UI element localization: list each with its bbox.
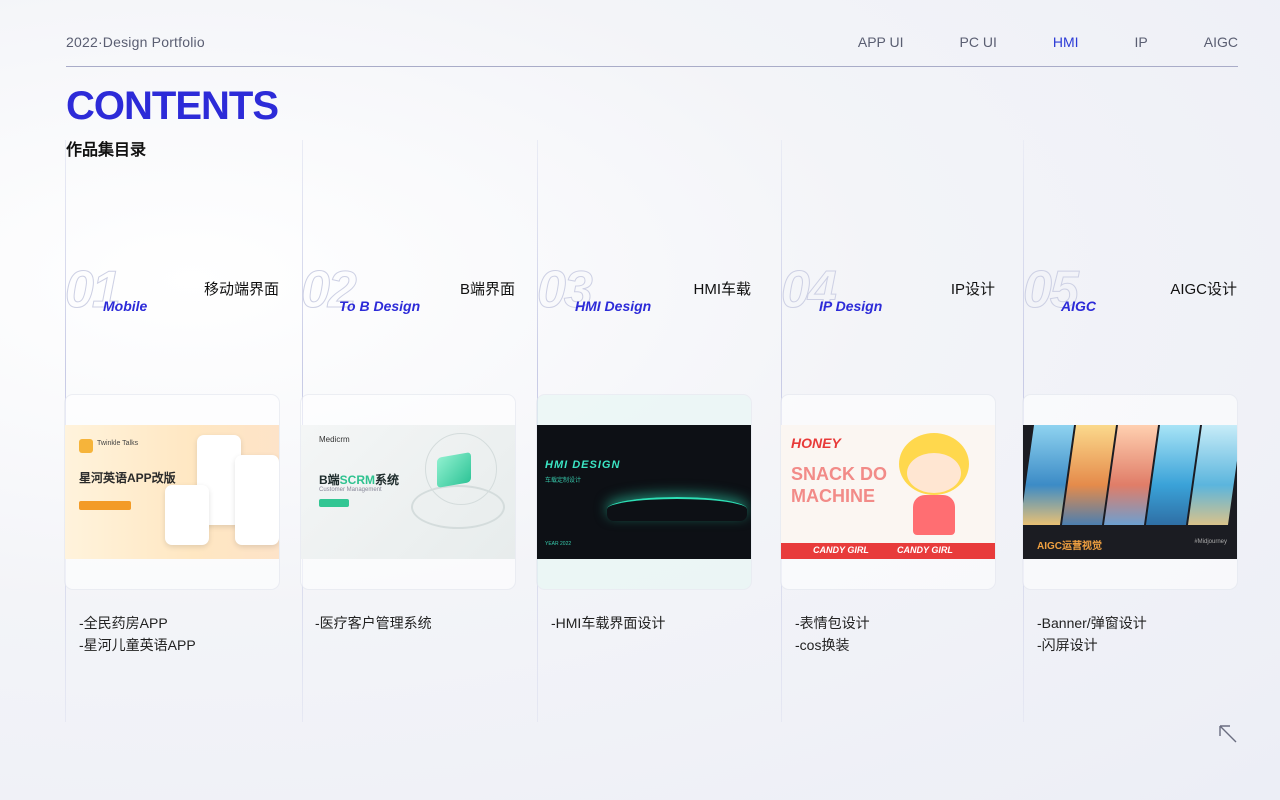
section-to-b[interactable]: 02 To B Design B端界面 Medicrm B端SCRM系统 Cus… bbox=[301, 260, 515, 680]
thumb-tag: #Midjourney bbox=[1194, 539, 1227, 545]
thumb-sub: Customer Management bbox=[319, 487, 382, 493]
character-face bbox=[907, 453, 961, 493]
nav-pc-ui[interactable]: PC UI bbox=[960, 34, 997, 50]
phone-mockup bbox=[165, 485, 209, 545]
preview-thumbnail: Medicrm B端SCRM系统 Customer Management bbox=[301, 425, 515, 559]
thumb-headline: HMI DESIGN bbox=[545, 459, 621, 471]
nav-hmi[interactable]: HMI bbox=[1053, 34, 1079, 50]
character-body bbox=[913, 495, 955, 535]
thumb-headline: SNACK DO MACHINE bbox=[791, 463, 887, 507]
thumb-headline: AIGC运营视觉 bbox=[1037, 541, 1102, 552]
section-items: -医疗客户管理系统 bbox=[315, 612, 432, 634]
thumb-headline: 星河英语APP改版 bbox=[79, 471, 176, 485]
list-item: -星河儿童英语APP bbox=[79, 637, 196, 653]
page-subtitle: 作品集目录 bbox=[66, 142, 147, 159]
preview-thumbnail: Twinkle Talks 星河英语APP改版 bbox=[65, 425, 279, 559]
nav-ip[interactable]: IP bbox=[1135, 34, 1148, 50]
preview-card[interactable]: HONEY SNACK DO MACHINE CANDY GIRL CANDY … bbox=[781, 395, 995, 589]
phone-mockup bbox=[235, 455, 279, 545]
section-en-title: To B Design bbox=[339, 298, 421, 314]
preview-card[interactable]: Twinkle Talks 星河英语APP改版 bbox=[65, 395, 279, 589]
section-aigc[interactable]: 05 AIGC AIGC设计 AIGC运营视觉 #Midjourney -Ban… bbox=[1023, 260, 1237, 680]
section-en-title: Mobile bbox=[103, 298, 148, 314]
arrow-up-left-icon[interactable] bbox=[1218, 724, 1238, 744]
section-zh-title: AIGC设计 bbox=[1170, 281, 1237, 298]
nav-aigc[interactable]: AIGC bbox=[1204, 34, 1238, 50]
thumb-year: YEAR 2022 bbox=[545, 541, 572, 547]
thumb-sub: 车载定制设计 bbox=[545, 478, 582, 484]
section-items: -全民药房APP -星河儿童英语APP bbox=[79, 612, 196, 656]
section-items: -表情包设计 -cos换装 bbox=[795, 612, 870, 656]
cube-graphic bbox=[437, 452, 471, 488]
thumb-brand: HONEY bbox=[791, 435, 841, 451]
section-zh-title: IP设计 bbox=[950, 281, 995, 298]
thumb-tag bbox=[79, 501, 131, 510]
list-item: -cos换装 bbox=[795, 637, 850, 653]
headline-accent: SCRM bbox=[339, 473, 376, 487]
page-title: CONTENTS bbox=[66, 84, 279, 128]
section-zh-title: B端界面 bbox=[459, 281, 515, 298]
list-item: -Banner/弹窗设计 bbox=[1037, 615, 1147, 631]
headline-line: SNACK DO bbox=[791, 464, 888, 484]
section-zh-title: 移动端界面 bbox=[203, 281, 279, 298]
preview-thumbnail: AIGC运营视觉 #Midjourney bbox=[1023, 425, 1237, 559]
preview-card[interactable]: Medicrm B端SCRM系统 Customer Management bbox=[301, 395, 515, 589]
section-zh-title: HMI车载 bbox=[693, 281, 752, 298]
preview-thumbnail: HMI DESIGN 车载定制设计 YEAR 2022 bbox=[537, 425, 751, 559]
band-text: CANDY GIRL bbox=[897, 545, 953, 555]
headline-line: MACHINE bbox=[791, 486, 875, 506]
preview-card[interactable]: HMI DESIGN 车载定制设计 YEAR 2022 bbox=[537, 395, 751, 589]
thumb-headline: B端SCRM系统 bbox=[319, 471, 399, 488]
headline-part: 系统 bbox=[375, 473, 400, 487]
band-text: CANDY GIRL bbox=[813, 545, 869, 555]
preview-card[interactable]: AIGC运营视觉 #Midjourney bbox=[1023, 395, 1237, 589]
list-item: -表情包设计 bbox=[795, 615, 870, 631]
headline-part: B端 bbox=[319, 473, 340, 487]
header: 2022·Design Portfolio APP UI PC UI HMI I… bbox=[66, 0, 1238, 67]
preview-thumbnail: HONEY SNACK DO MACHINE CANDY GIRL CANDY … bbox=[781, 425, 995, 559]
section-en-title: IP Design bbox=[819, 298, 883, 314]
list-item: -全民药房APP bbox=[79, 615, 168, 631]
section-mobile[interactable]: 01 Mobile 移动端界面 Twinkle Talks 星河英语APP改版 … bbox=[65, 260, 279, 680]
section-ip[interactable]: 04 IP Design IP设计 HONEY SNACK DO MACHINE… bbox=[781, 260, 995, 680]
car-graphic bbox=[607, 497, 747, 521]
section-items: -HMI车载界面设计 bbox=[551, 612, 665, 634]
app-logo-icon bbox=[79, 439, 93, 453]
thumb-logo-text: Twinkle Talks bbox=[97, 440, 139, 447]
section-hmi[interactable]: 03 HMI Design HMI车载 HMI DESIGN 车载定制设计 YE… bbox=[537, 260, 751, 680]
thumb-logo-text: Medicrm bbox=[319, 435, 350, 444]
section-en-title: AIGC bbox=[1061, 298, 1096, 314]
list-item: -医疗客户管理系统 bbox=[315, 615, 432, 631]
nav-app-ui[interactable]: APP UI bbox=[858, 34, 904, 50]
thumb-button bbox=[319, 499, 349, 507]
list-item: -HMI车载界面设计 bbox=[551, 615, 666, 631]
brand-label: 2022·Design Portfolio bbox=[66, 34, 205, 50]
candy-band: CANDY GIRL CANDY GIRL bbox=[781, 543, 995, 559]
top-nav: APP UI PC UI HMI IP AIGC bbox=[802, 34, 1238, 50]
list-item: -闪屏设计 bbox=[1037, 637, 1098, 653]
section-en-title: HMI Design bbox=[575, 298, 652, 314]
section-items: -Banner/弹窗设计 -闪屏设计 bbox=[1037, 612, 1147, 656]
